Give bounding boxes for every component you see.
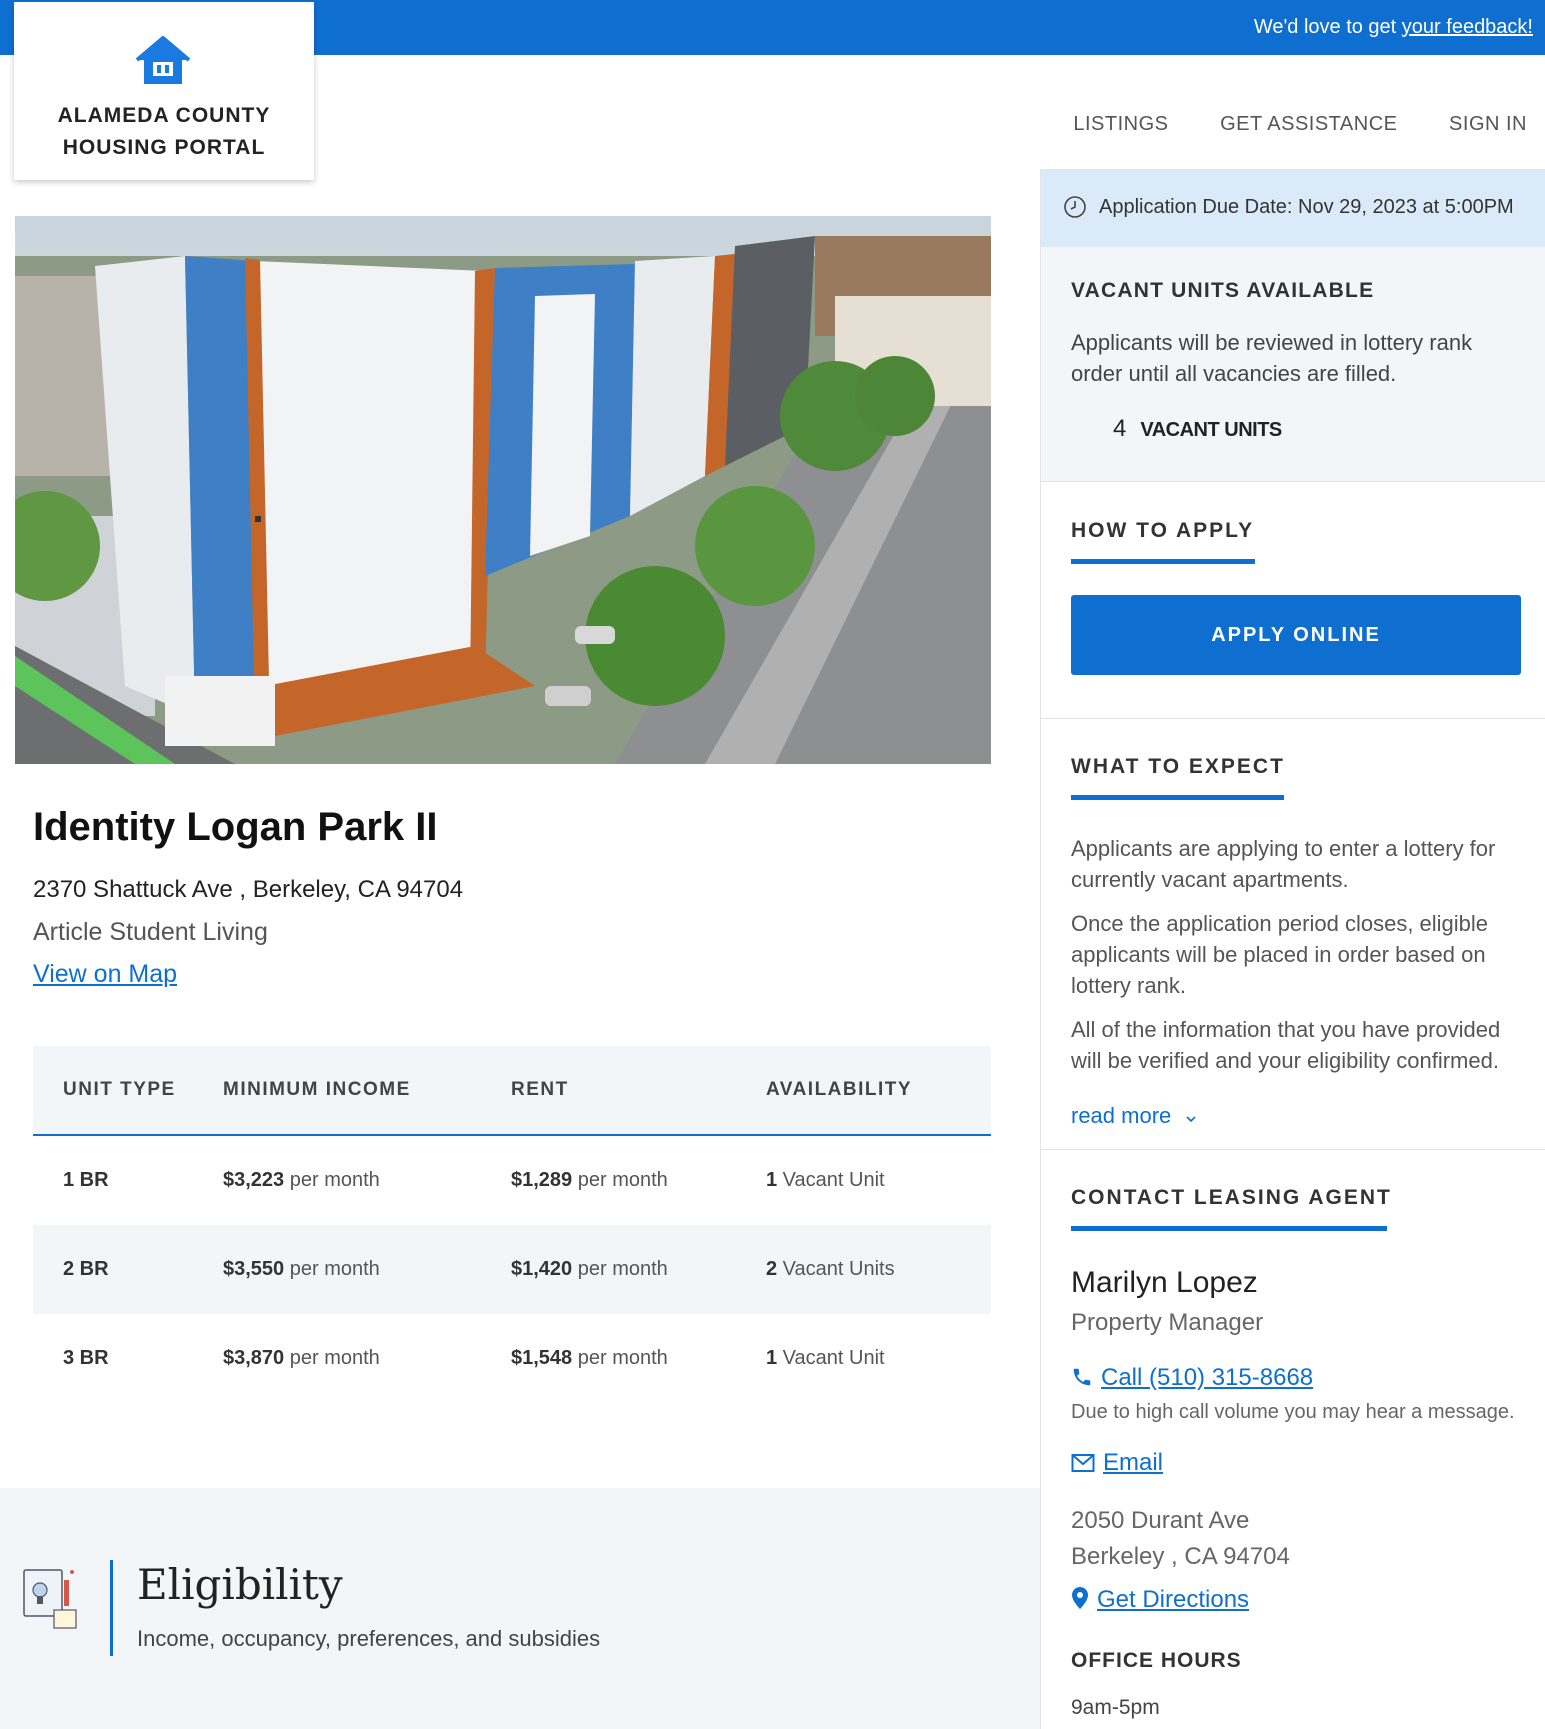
clock-icon: [1064, 196, 1086, 218]
col-minimum-income: MINIMUM INCOME: [223, 1046, 511, 1136]
office-hours-value: 9am-5pm: [1071, 1696, 1160, 1719]
what-to-expect-heading: WHAT TO EXPECT: [1071, 755, 1285, 778]
contact-underline: [1071, 1226, 1387, 1231]
table-header-row: UNIT TYPE MINIMUM INCOME RENT AVAILABILI…: [33, 1046, 991, 1136]
vacant-units-panel: VACANT UNITS AVAILABLE Applicants will b…: [1041, 247, 1545, 482]
agent-title: Property Manager: [1071, 1309, 1264, 1336]
how-to-apply-heading: HOW TO APPLY: [1071, 519, 1255, 542]
eligibility-subtitle: Income, occupancy, preferences, and subs…: [137, 1626, 601, 1651]
read-more-link[interactable]: read more: [1071, 1103, 1197, 1129]
expect-paragraph: All of the information that you have pro…: [1071, 1017, 1501, 1073]
eligibility-heading: Eligibility: [137, 1560, 343, 1609]
get-directions-link[interactable]: Get Directions: [1071, 1586, 1249, 1614]
section-divider: [1041, 1149, 1545, 1150]
phone-icon: [1073, 1368, 1091, 1386]
listing-title: Identity Logan Park II: [33, 805, 438, 849]
table-row: 2 BR $3,550 per month $1,420 per month 2…: [33, 1225, 991, 1314]
nav-sign-in[interactable]: SIGN IN: [1449, 113, 1527, 135]
eligibility-accent-bar: [110, 1560, 113, 1656]
units-table: UNIT TYPE MINIMUM INCOME RENT AVAILABILI…: [33, 1046, 991, 1403]
agent-name: Marilyn Lopez: [1071, 1266, 1258, 1299]
main-nav: LISTINGS GET ASSISTANCE SIGN IN: [1027, 113, 1527, 136]
call-agent-link[interactable]: Call (510) 315-8668: [1071, 1364, 1313, 1392]
apply-online-button[interactable]: APPLY ONLINE: [1071, 595, 1521, 675]
call-note: Due to high call volume you may hear a m…: [1071, 1401, 1515, 1423]
expect-paragraph: Once the application period closes, elig…: [1071, 911, 1489, 998]
section-divider: [1041, 718, 1545, 719]
developer-name: Article Student Living: [33, 918, 268, 946]
vacant-units-text: Applicants will be reviewed in lottery r…: [1071, 330, 1473, 386]
nav-listings[interactable]: LISTINGS: [1073, 113, 1168, 135]
site-logo[interactable]: ALAMEDA COUNTY HOUSING PORTAL: [14, 2, 314, 180]
view-on-map-link[interactable]: View on Map: [33, 960, 177, 989]
application-sidebar: Application Due Date: Nov 29, 2023 at 5:…: [1040, 169, 1545, 1729]
feedback-text: We'd love to get your feedback!: [1253, 16, 1533, 38]
col-unit-type: UNIT TYPE: [33, 1046, 223, 1136]
logo-text: ALAMEDA COUNTY HOUSING PORTAL: [57, 104, 271, 159]
col-rent: RENT: [511, 1046, 766, 1136]
col-availability: AVAILABILITY: [766, 1046, 991, 1136]
what-to-expect-underline: [1071, 795, 1284, 800]
email-agent-link[interactable]: Email: [1071, 1449, 1163, 1477]
office-hours-heading: OFFICE HOURS: [1071, 1649, 1242, 1672]
expect-paragraph: Applicants are applying to enter a lotte…: [1071, 836, 1496, 892]
vacant-units-heading: VACANT UNITS AVAILABLE: [1071, 279, 1375, 302]
eligibility-document-icon: [23, 1569, 77, 1629]
feedback-link[interactable]: your feedback!: [1402, 16, 1533, 38]
due-date-banner: Application Due Date: Nov 29, 2023 at 5:…: [1041, 169, 1545, 247]
due-date-text: Application Due Date: Nov 29, 2023 at 5:…: [1099, 196, 1514, 218]
contact-heading: CONTACT LEASING AGENT: [1071, 1186, 1392, 1209]
table-row: 3 BR $3,870 per month $1,548 per month 1…: [63, 1347, 885, 1369]
map-pin-icon: [1072, 1587, 1088, 1609]
chevron-down-icon: [1186, 1116, 1196, 1123]
how-to-apply-underline: [1071, 559, 1255, 564]
table-row: 1 BR $3,223 per month $1,289 per month 1…: [63, 1169, 885, 1191]
vacant-units-count: 4 VACANT UNITS: [1113, 415, 1282, 442]
office-address: 2050 Durant Ave Berkeley , CA 94704: [1071, 1507, 1290, 1570]
nav-get-assistance[interactable]: GET ASSISTANCE: [1220, 113, 1397, 135]
building-photo-illustration: [15, 216, 991, 764]
listing-photo: [15, 216, 991, 764]
listing-address: 2370 Shattuck Ave , Berkeley, CA 94704: [33, 876, 464, 903]
house-icon: [135, 36, 191, 84]
envelope-icon: [1071, 1454, 1095, 1472]
